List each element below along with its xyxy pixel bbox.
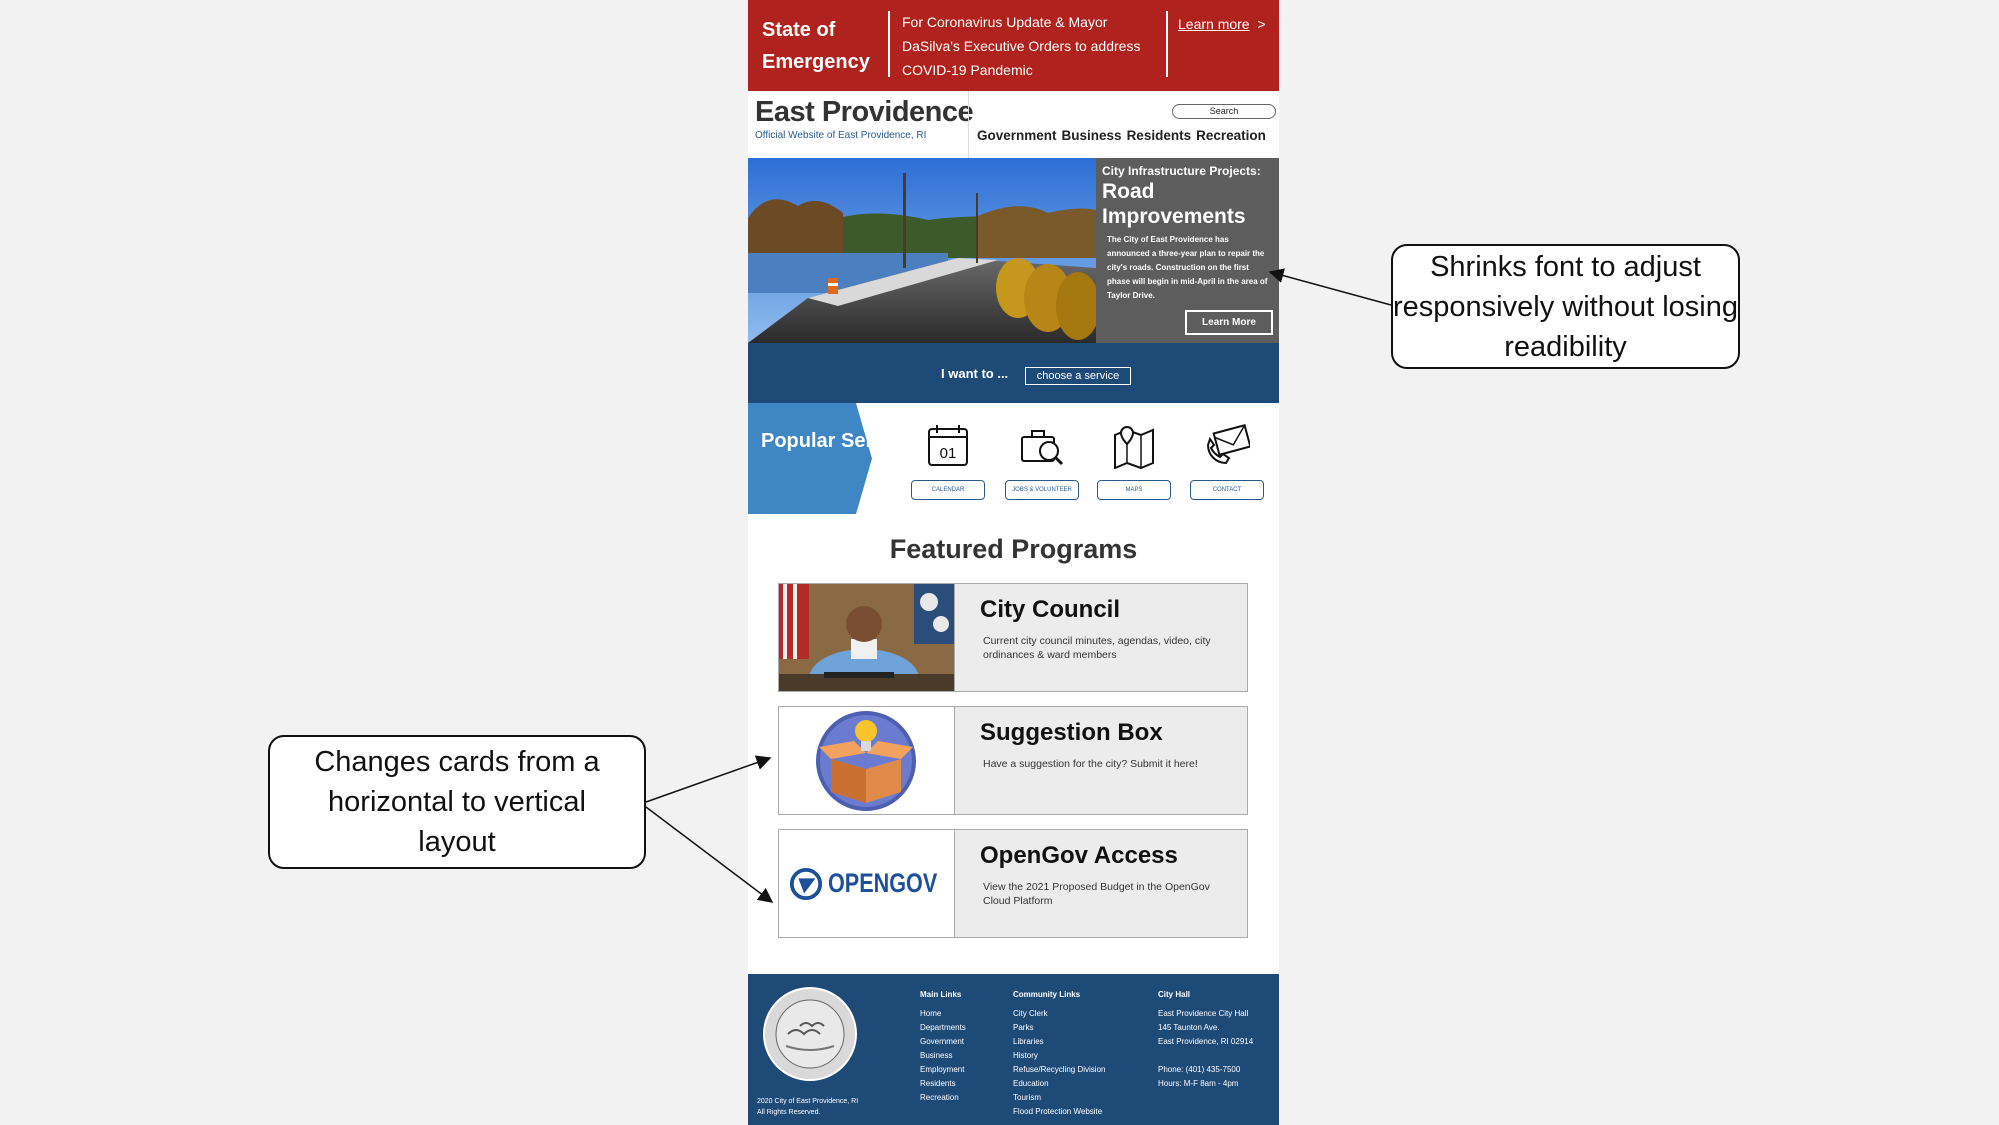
- footer-link[interactable]: Home: [920, 1007, 966, 1021]
- hero-body: The City of East Providence has announce…: [1107, 235, 1268, 300]
- footer-link[interactable]: Education: [1013, 1077, 1105, 1091]
- road-photo: [748, 158, 1096, 343]
- footer-link[interactable]: Tourism: [1013, 1091, 1105, 1105]
- footer-link[interactable]: History: [1013, 1049, 1105, 1063]
- service-jobs[interactable]: JOBS & VOLUNTEER: [1003, 403, 1081, 514]
- footer-link[interactable]: Government: [920, 1035, 966, 1049]
- service-button[interactable]: JOBS & VOLUNTEER: [1005, 480, 1079, 500]
- footer-address-line: East Providence City Hall: [1158, 1009, 1249, 1018]
- annotation-card-layout: Changes cards from a horizontal to verti…: [268, 735, 646, 869]
- popular-label: Popular Service: [761, 430, 913, 452]
- card-suggestion-box[interactable]: Suggestion Box Have a suggestion for the…: [778, 706, 1248, 815]
- card-city-council[interactable]: City Council Current city council minute…: [778, 583, 1248, 692]
- footer-hours: Hours: M-F 8am - 4pm: [1158, 1079, 1239, 1088]
- card-description: View the 2021 Proposed Budget in the Ope…: [983, 881, 1210, 907]
- footer-phone: Phone: (401) 435-7500: [1158, 1065, 1241, 1074]
- divider: [968, 91, 969, 158]
- card-title: Suggestion Box: [980, 719, 1163, 746]
- footer-main-links: Main Links Home Departments Government B…: [920, 988, 966, 1105]
- footer-link[interactable]: Flood Protection Website: [1013, 1105, 1105, 1119]
- service-contact[interactable]: CONTACT: [1188, 403, 1266, 514]
- footer-link[interactable]: Parks: [1013, 1021, 1105, 1035]
- footer-link[interactable]: Departments: [920, 1021, 966, 1035]
- site-header: East Providence Official Website of East…: [748, 91, 1279, 159]
- footer-address-line: 145 Taunton Ave.: [1158, 1023, 1220, 1032]
- emergency-banner[interactable]: State of Emergency For Coronavirus Updat…: [748, 0, 1279, 91]
- card-description: Have a suggestion for the city? Submit i…: [983, 758, 1198, 770]
- hero-section: City Infrastructure Projects: Road Impro…: [748, 158, 1279, 343]
- card-title: OpenGov Access: [980, 842, 1178, 869]
- footer-city-hall: City Hall East Providence City Hall 145 …: [1158, 988, 1253, 1091]
- search-input[interactable]: Search: [1172, 104, 1276, 119]
- footer-link[interactable]: Business: [920, 1049, 966, 1063]
- map-pin-icon: [1114, 425, 1154, 469]
- service-button[interactable]: MAPS: [1097, 480, 1171, 500]
- council-member-photo: [779, 584, 955, 691]
- footer-link[interactable]: City Clerk: [1013, 1007, 1105, 1021]
- footer-link[interactable]: Employment: [920, 1063, 966, 1077]
- popular-banner-arrow: [748, 403, 872, 514]
- nav-residents[interactable]: Residents: [1127, 128, 1192, 143]
- popular-services: Popular Service 01 CALENDAR JOBS & VOLUN…: [748, 403, 1279, 514]
- opengov-logo: OPENGOV: [779, 830, 955, 937]
- service-calendar[interactable]: 01 CALENDAR: [909, 403, 987, 514]
- footer-link[interactable]: Residents: [920, 1077, 966, 1091]
- service-maps[interactable]: MAPS: [1095, 403, 1173, 514]
- footer-heading: Main Links: [920, 990, 962, 999]
- divider: [888, 11, 890, 77]
- hero-title: Road Improvements: [1102, 180, 1246, 228]
- alert-message: For Coronavirus Update & Mayor DaSilva's…: [902, 14, 1141, 78]
- card-title: City Council: [980, 596, 1121, 623]
- site-footer: 2020 City of East Providence, RI All Rig…: [748, 974, 1279, 1125]
- nav-business[interactable]: Business: [1062, 128, 1122, 143]
- hero-panel: City Infrastructure Projects: Road Impro…: [1096, 158, 1279, 343]
- footer-link[interactable]: Refuse/Recycling Division: [1013, 1063, 1105, 1077]
- opengov-wordmark: OPENGOV: [828, 868, 938, 898]
- service-button[interactable]: CALENDAR: [911, 480, 985, 500]
- service-button[interactable]: CONTACT: [1190, 480, 1264, 500]
- footer-link[interactable]: Libraries: [1013, 1035, 1105, 1049]
- site-logo[interactable]: East Providence: [755, 96, 974, 129]
- footer-heading: Community Links: [1013, 990, 1081, 999]
- learn-more-link[interactable]: Learn more >: [1178, 16, 1266, 32]
- main-nav: Government Business Residents Recreation: [977, 128, 1266, 143]
- card-description: Current city council minutes, agendas, v…: [983, 635, 1211, 661]
- divider: [1166, 11, 1168, 77]
- footer-heading: City Hall: [1158, 990, 1191, 999]
- footer-spacer: [1158, 1049, 1253, 1063]
- mobile-page: State of Emergency For Coronavirus Updat…: [748, 0, 1279, 1125]
- hero-kicker: City Infrastructure Projects:: [1102, 164, 1261, 178]
- envelope-phone-icon: [1206, 424, 1250, 465]
- footer-link[interactable]: Recreation: [920, 1091, 966, 1105]
- service-selector-label: I want to ...: [941, 366, 1009, 381]
- suggestion-box-icon: [779, 707, 955, 814]
- site-subtitle: Official Website of East Providence, RI: [755, 130, 927, 141]
- copyright-line: 2020 City of East Providence, RI: [757, 1098, 859, 1105]
- service-selector-bar: I want to ... choose a service: [748, 343, 1279, 403]
- copyright-line: All Rights Reserved.: [757, 1109, 821, 1116]
- learn-more-label[interactable]: Learn more: [1178, 16, 1250, 32]
- calendar-date: 01: [940, 445, 957, 462]
- featured-title: Featured Programs: [889, 534, 1138, 564]
- nav-government[interactable]: Government: [977, 128, 1057, 143]
- city-seal-icon: [763, 987, 857, 1081]
- footer-community-links: Community Links City Clerk Parks Librari…: [1013, 988, 1105, 1119]
- arrow-to-hero: [1268, 268, 1392, 306]
- card-opengov[interactable]: OPENGOV OpenGov Access View the 2021 Pro…: [778, 829, 1248, 938]
- copyright: 2020 City of East Providence, RI All Rig…: [757, 1096, 858, 1118]
- service-select[interactable]: choose a service: [1025, 367, 1131, 385]
- annotation-font-shrink: Shrinks font to adjust responsively with…: [1391, 244, 1740, 369]
- chevron-right-icon: >: [1257, 16, 1266, 32]
- briefcase-search-icon: [1021, 430, 1064, 466]
- calendar-icon: 01: [928, 425, 968, 466]
- alert-title: State of Emergency: [762, 19, 870, 73]
- nav-recreation[interactable]: Recreation: [1196, 128, 1266, 143]
- opengov-mark-icon: [789, 867, 823, 901]
- hero-learn-more-button[interactable]: Learn More: [1185, 310, 1273, 335]
- footer-address-line: East Providence, RI 02914: [1158, 1037, 1254, 1046]
